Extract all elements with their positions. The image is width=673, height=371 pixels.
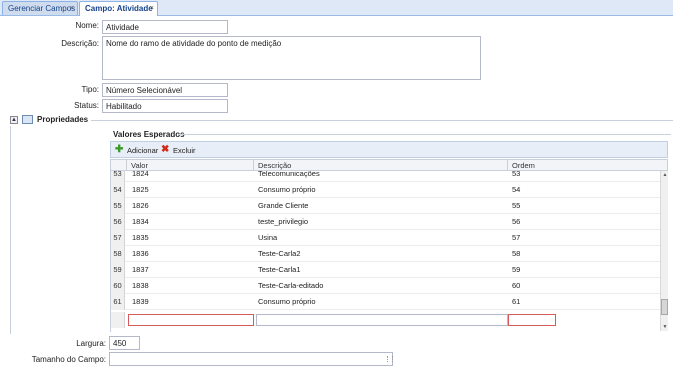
cell-valor[interactable]: 1837	[129, 262, 149, 277]
scroll-up-icon[interactable]: ▲	[661, 171, 669, 179]
table-row[interactable]: 59 1837 Teste-Carla1 59	[111, 262, 660, 278]
status-label: Status:	[74, 101, 99, 110]
cell-descricao[interactable]: Teste-Carla2	[255, 246, 301, 261]
cell-valor[interactable]: 1836	[129, 246, 149, 261]
table-row[interactable]: 56 1834 teste_privilegio 56	[111, 214, 660, 230]
tipo-label: Tipo:	[81, 85, 100, 94]
add-button[interactable]: ✚ Adicionar	[115, 145, 158, 156]
cell-ordem[interactable]: 58	[509, 246, 520, 261]
table-row[interactable]: 54 1825 Consumo próprio 54	[111, 182, 660, 198]
cell-descricao[interactable]: teste_privilegio	[255, 214, 308, 229]
status-field[interactable]: Habilitado	[102, 99, 228, 113]
table-row[interactable]: 55 1826 Grande Cliente 55	[111, 198, 660, 214]
cell-valor[interactable]: 1835	[129, 230, 149, 245]
cell-ordem[interactable]: 57	[509, 230, 520, 245]
delete-button-label: Excluir	[173, 146, 196, 155]
cell-ordem[interactable]: 53	[509, 171, 520, 181]
descricao-label: Descrição:	[61, 39, 99, 48]
cell-descricao[interactable]: Telecomunicações	[255, 171, 320, 181]
grid-body: 53 1824 Telecomunicações 53 54 1825 Cons…	[110, 171, 660, 332]
row-number: 55	[111, 198, 125, 214]
tab-label: Gerenciar Campos	[8, 4, 76, 13]
scroll-down-icon[interactable]: ▼	[661, 323, 669, 331]
table-row[interactable]: 53 1824 Telecomunicações 53	[111, 171, 660, 182]
cell-descricao[interactable]: Teste-Carla-editado	[255, 278, 323, 293]
tab-label: Campo: Atividade	[85, 4, 153, 13]
new-descricao-input[interactable]	[256, 314, 508, 326]
tamanho-campo-field[interactable]	[109, 352, 393, 366]
cell-ordem[interactable]: 55	[509, 198, 520, 213]
row-number	[111, 312, 125, 328]
new-row-editor	[111, 312, 660, 328]
nome-label: Nome:	[75, 21, 99, 30]
plus-icon: ✚	[115, 144, 124, 155]
close-icon[interactable]: ×	[150, 2, 154, 15]
row-number: 56	[111, 214, 125, 230]
largura-label: Largura:	[76, 339, 106, 348]
cell-ordem[interactable]: 60	[509, 278, 520, 293]
divider	[38, 120, 673, 121]
column-header-valor[interactable]: Valor	[126, 160, 252, 170]
cell-ordem[interactable]: 59	[509, 262, 520, 277]
scroll-thumb[interactable]	[661, 299, 668, 315]
row-number: 61	[111, 294, 125, 310]
cell-valor[interactable]: 1838	[129, 278, 149, 293]
new-valor-input[interactable]	[128, 314, 254, 326]
grid-header: Valor Descrição Ordem	[110, 159, 668, 171]
cell-valor[interactable]: 1839	[129, 294, 149, 309]
cell-valor[interactable]: 1825	[129, 182, 149, 197]
table-row[interactable]: 57 1835 Usina 57	[111, 230, 660, 246]
new-ordem-input[interactable]	[508, 314, 556, 326]
table-row[interactable]: 61 1839 Consumo próprio 61	[111, 294, 660, 310]
cell-ordem[interactable]: 56	[509, 214, 520, 229]
x-icon: ✖	[161, 144, 170, 155]
column-header-ordem[interactable]: Ordem	[507, 160, 557, 170]
cell-ordem[interactable]: 61	[509, 294, 520, 309]
row-number: 53	[111, 171, 125, 182]
cell-valor[interactable]: 1834	[129, 214, 149, 229]
propriedades-title: Propriedades	[37, 115, 92, 124]
tab-campo-atividade[interactable]: Campo: Atividade ×	[79, 1, 158, 16]
tipo-field[interactable]: Número Selecionável	[102, 83, 228, 97]
cell-valor[interactable]: 1824	[129, 171, 149, 181]
row-number: 54	[111, 182, 125, 198]
divider	[178, 134, 671, 135]
tab-bar: Gerenciar Campos × Campo: Atividade ×	[0, 0, 673, 16]
row-number: 57	[111, 230, 125, 246]
collapse-toggle-button[interactable]: ▲	[10, 116, 18, 124]
close-icon[interactable]: ×	[70, 2, 74, 15]
tab-gerenciar-campos[interactable]: Gerenciar Campos ×	[2, 1, 78, 15]
nome-field[interactable]: Atividade	[102, 20, 228, 34]
table-row[interactable]: 58 1836 Teste-Carla2 58	[111, 246, 660, 262]
descricao-field[interactable]: Nome do ramo de atividade do ponto de me…	[102, 36, 481, 80]
cell-valor[interactable]: 1826	[129, 198, 149, 213]
grid-toolbar: ✚ Adicionar ✖ Excluir	[110, 141, 668, 158]
cell-descricao[interactable]: Grande Cliente	[255, 198, 308, 213]
row-number: 59	[111, 262, 125, 278]
row-number: 58	[111, 246, 125, 262]
row-number: 60	[111, 278, 125, 294]
cell-descricao[interactable]: Teste-Carla1	[255, 262, 301, 277]
table-row[interactable]: 60 1838 Teste-Carla-editado 60	[111, 278, 660, 294]
delete-button[interactable]: ✖ Excluir	[161, 145, 196, 156]
cell-descricao[interactable]: Usina	[255, 230, 277, 245]
column-header-descricao[interactable]: Descrição	[253, 160, 507, 170]
valores-esperados-title: Valores Esperados	[113, 130, 185, 139]
cell-ordem[interactable]: 54	[509, 182, 520, 197]
largura-field[interactable]: 450	[109, 336, 140, 350]
properties-icon	[22, 115, 33, 124]
resize-handle-icon[interactable]	[387, 356, 393, 362]
cell-descricao[interactable]: Consumo próprio	[255, 294, 316, 309]
propriedades-header: ▲ Propriedades	[0, 114, 673, 126]
grid-scrollbar[interactable]: ▲ ▼	[660, 171, 668, 331]
cell-descricao[interactable]: Consumo próprio	[255, 182, 316, 197]
tamanho-campo-label: Tamanho do Campo:	[31, 355, 106, 364]
add-button-label: Adicionar	[127, 146, 159, 155]
